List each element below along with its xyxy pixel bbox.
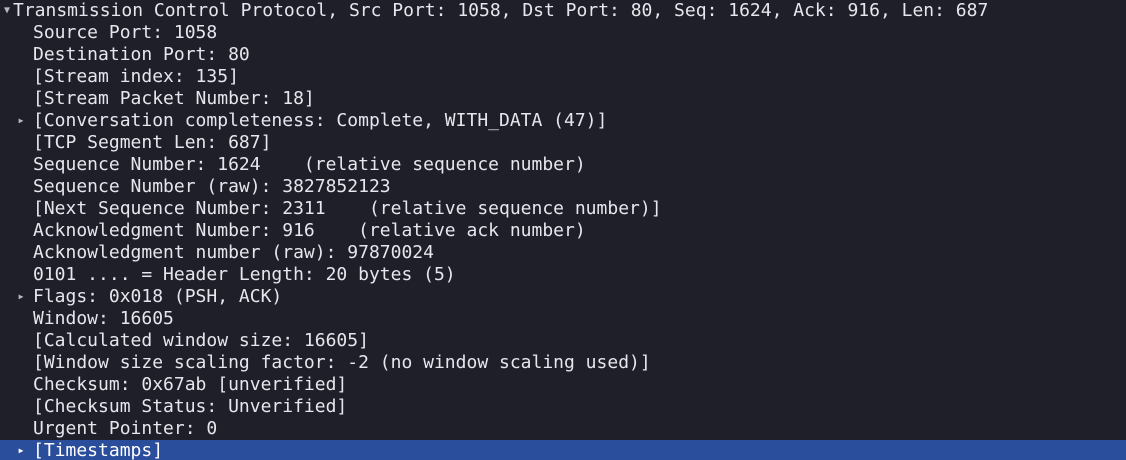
tree-row-label: Transmission Control Protocol, Src Port:… <box>13 0 989 21</box>
tree-row-field[interactable]: Source Port: 1058 <box>0 22 1126 44</box>
tree-row-label: [Conversation completeness: Complete, WI… <box>33 110 608 131</box>
tree-row-label: Sequence Number (raw): 3827852123 <box>33 176 391 197</box>
tree-row-field[interactable]: Sequence Number: 1624 (relative sequence… <box>0 154 1126 176</box>
tree-row-field[interactable]: [Stream index: 135] <box>0 66 1126 88</box>
tree-row-label: Sequence Number: 1624 (relative sequence… <box>33 154 586 175</box>
tree-row-label: [TCP Segment Len: 687] <box>33 132 272 153</box>
tree-row-field[interactable]: Sequence Number (raw): 3827852123 <box>0 176 1126 198</box>
field-list: Source Port: 1058 Destination Port: 80 [St… <box>0 22 1126 460</box>
tree-row-label: Destination Port: 80 <box>33 44 250 65</box>
tree-row-tcp-header[interactable]: ▼ Transmission Control Protocol, Src Por… <box>0 0 1126 22</box>
tree-row-label: [Stream index: 135] <box>33 66 239 87</box>
tree-row-label: Window: 16605 <box>33 308 174 329</box>
tree-row-label: [Checksum Status: Unverified] <box>33 396 348 417</box>
tree-row-label: Flags: 0x018 (PSH, ACK) <box>33 286 283 307</box>
tree-row-field[interactable]: [Next Sequence Number: 2311 (relative se… <box>0 198 1126 220</box>
packet-details-tree: ▼ Transmission Control Protocol, Src Por… <box>0 0 1126 460</box>
tree-row-field[interactable]: ▶ [Timestamps] <box>0 440 1126 460</box>
tree-row-field[interactable]: [Window size scaling factor: -2 (no wind… <box>0 352 1126 374</box>
tree-row-label: [Calculated window size: 16605] <box>33 330 369 351</box>
tree-row-field[interactable]: 0101 .... = Header Length: 20 bytes (5) <box>0 264 1126 286</box>
tree-row-label: [Timestamps] <box>33 440 164 460</box>
tree-row-label: [Next Sequence Number: 2311 (relative se… <box>33 198 662 219</box>
tree-row-label: 0101 .... = Header Length: 20 bytes (5) <box>33 264 456 285</box>
tree-row-field[interactable]: [Stream Packet Number: 18] <box>0 88 1126 110</box>
tree-row-field[interactable]: [Calculated window size: 16605] <box>0 330 1126 352</box>
tree-row-field[interactable]: [Checksum Status: Unverified] <box>0 396 1126 418</box>
tree-row-field[interactable]: ▶ [Conversation completeness: Complete, W… <box>0 110 1126 132</box>
chevron-right-icon[interactable]: ▶ <box>14 440 28 460</box>
tree-row-label: [Stream Packet Number: 18] <box>33 88 315 109</box>
chevron-right-icon[interactable]: ▶ <box>14 110 28 132</box>
tree-row-field[interactable]: [TCP Segment Len: 687] <box>0 132 1126 154</box>
tree-row-field[interactable]: Acknowledgment Number: 916 (relative ack… <box>0 220 1126 242</box>
tree-row-field[interactable]: Destination Port: 80 <box>0 44 1126 66</box>
tree-row-field[interactable]: Acknowledgment number (raw): 97870024 <box>0 242 1126 264</box>
tree-row-field[interactable]: ▶ Flags: 0x018 (PSH, ACK) <box>0 286 1126 308</box>
tree-row-label: Acknowledgment number (raw): 97870024 <box>33 242 434 263</box>
chevron-down-icon[interactable]: ▼ <box>0 0 14 22</box>
tree-row-field[interactable]: Urgent Pointer: 0 <box>0 418 1126 440</box>
tree-row-label: Source Port: 1058 <box>33 22 218 43</box>
tree-row-label: Checksum: 0x67ab [unverified] <box>33 374 348 395</box>
chevron-right-icon[interactable]: ▶ <box>14 286 28 308</box>
tree-row-field[interactable]: Window: 16605 <box>0 308 1126 330</box>
tree-row-field[interactable]: Checksum: 0x67ab [unverified] <box>0 374 1126 396</box>
tree-row-label: Acknowledgment Number: 916 (relative ack… <box>33 220 586 241</box>
tree-row-label: [Window size scaling factor: -2 (no wind… <box>33 352 651 373</box>
tree-row-label: Urgent Pointer: 0 <box>33 418 218 439</box>
